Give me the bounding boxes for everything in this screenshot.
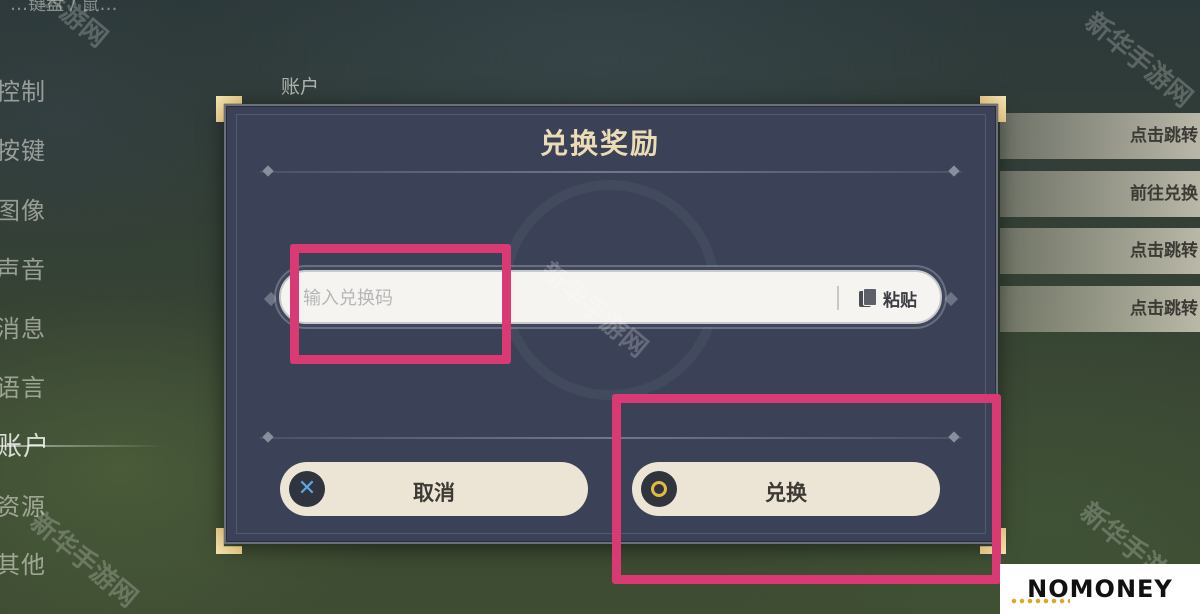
side-item-language[interactable]: 语言 [0, 368, 46, 403]
side-item-graphics[interactable]: 图像 [0, 191, 46, 226]
nomoney-logo: NOMONEY [1000, 564, 1200, 614]
side-item-messages[interactable]: 消息 [0, 309, 46, 344]
title-divider [260, 171, 962, 173]
paste-separator [837, 286, 839, 310]
right-list-button-2[interactable]: 前往兑换 [1000, 171, 1200, 217]
active-indicator [0, 445, 165, 447]
highlight-input-box [290, 244, 511, 364]
paste-label: 粘贴 [883, 290, 917, 311]
side-item-control[interactable]: 控制 [0, 72, 46, 107]
cancel-label: 取消 [413, 481, 455, 505]
right-list-button-3[interactable]: 点击跳转 [1000, 228, 1200, 274]
logo-dots [1010, 598, 1070, 604]
paste-button[interactable]: 粘贴 [851, 280, 925, 316]
side-item-audio[interactable]: 声音 [0, 250, 46, 285]
section-label: 账户 [281, 76, 320, 98]
dialog-title: 兑换奖励 [539, 127, 660, 160]
highlight-redeem-box [612, 394, 1001, 584]
clipboard-icon [859, 288, 877, 308]
right-list-button-4[interactable]: 点击跳转 [1000, 286, 1200, 332]
cancel-button[interactable]: ✕ 取消 [280, 462, 588, 516]
side-item-other[interactable]: 其他 [0, 545, 46, 580]
